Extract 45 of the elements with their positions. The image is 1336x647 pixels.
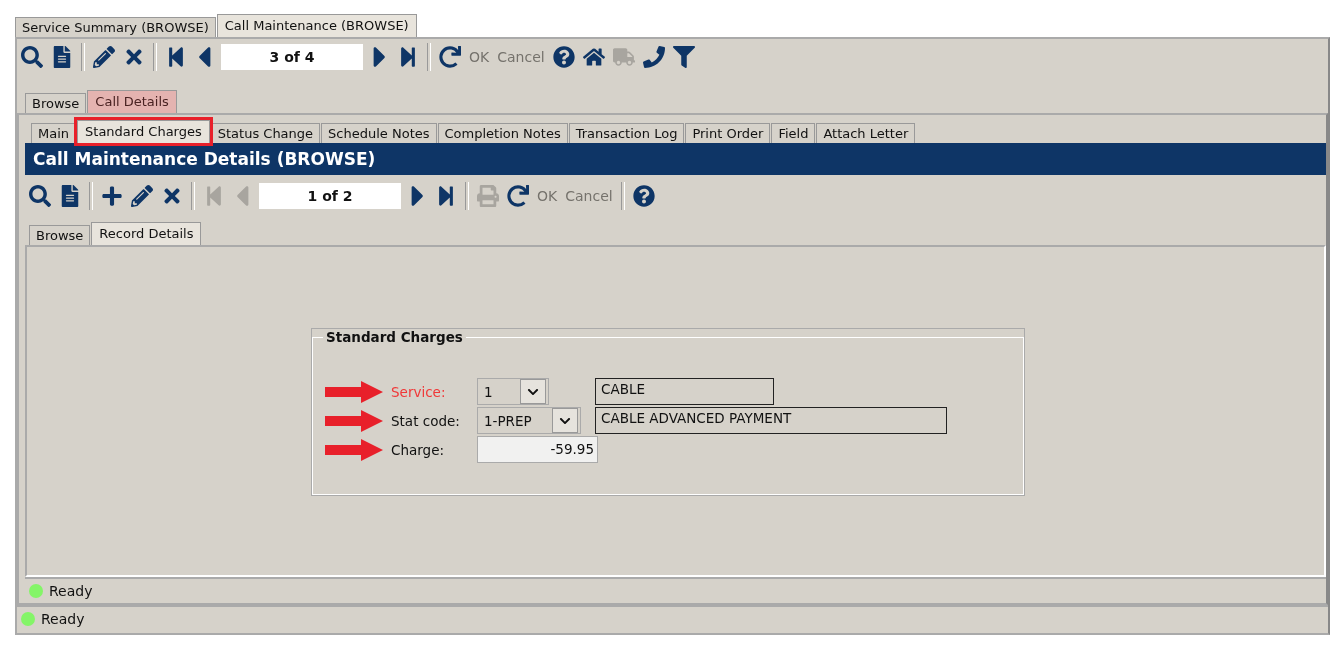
status-light-icon <box>29 584 43 598</box>
dropdown-field[interactable]: 1 <box>477 378 549 405</box>
pencil-icon[interactable] <box>93 46 115 68</box>
record-tab[interactable]: Browse <box>29 225 91 245</box>
detail-tab[interactable]: Schedule Notes <box>321 123 437 143</box>
description-field: CABLE ADVANCED PAYMENT <box>595 407 947 434</box>
section-header: Call Maintenance Details (BROWSE) <box>25 143 1326 175</box>
detail-tab[interactable]: Transaction Log <box>568 123 685 143</box>
detail-tab[interactable]: Status Change <box>210 123 321 143</box>
refresh-icon[interactable] <box>507 185 529 207</box>
search-icon[interactable] <box>21 46 43 68</box>
help-icon[interactable] <box>552 46 575 68</box>
field-label: Stat code: <box>391 412 461 429</box>
detail-tab[interactable]: Completion Notes <box>437 123 568 143</box>
group-title: Standard Charges <box>325 329 464 345</box>
record-counter-field[interactable]: 1 of 2 <box>259 183 401 209</box>
status-text: Ready <box>49 583 93 599</box>
view-tab[interactable]: Call Details <box>87 90 177 113</box>
dropdown-button[interactable] <box>552 408 578 433</box>
view-tab[interactable]: Browse <box>25 93 87 113</box>
add-icon[interactable] <box>101 185 123 207</box>
pencil-icon[interactable] <box>131 185 153 207</box>
detail-tab[interactable]: Field <box>771 123 816 143</box>
detail-tab[interactable]: Standard Charges <box>77 120 210 143</box>
description-field: CABLE <box>595 378 774 405</box>
window-tab[interactable]: Call Maintenance (BROWSE) <box>216 14 417 37</box>
window-tab[interactable]: Service Summary (BROWSE) <box>15 17 216 37</box>
status-light-icon <box>21 612 35 626</box>
detail-tab[interactable]: Attach Letter <box>816 123 916 143</box>
field-label: Charge: <box>391 441 445 458</box>
dropdown-button[interactable] <box>520 379 546 404</box>
record-tab[interactable]: Record Details <box>91 222 202 245</box>
dropdown-field[interactable]: 1-PREP <box>477 407 581 434</box>
help-icon[interactable] <box>632 185 655 207</box>
filter-icon[interactable] <box>672 46 695 68</box>
phone-icon[interactable] <box>642 46 665 68</box>
home-icon[interactable] <box>582 46 605 68</box>
refresh-icon[interactable] <box>439 46 461 68</box>
status-text: Ready <box>41 611 85 627</box>
detail-tab[interactable]: Main <box>31 123 77 143</box>
search-icon[interactable] <box>29 185 51 207</box>
detail-tab[interactable]: Print Order <box>685 123 771 143</box>
record-counter-field[interactable]: 3 of 4 <box>221 44 363 70</box>
charge-field[interactable]: -59.95 <box>477 436 598 463</box>
field-label: Service: <box>391 383 447 400</box>
